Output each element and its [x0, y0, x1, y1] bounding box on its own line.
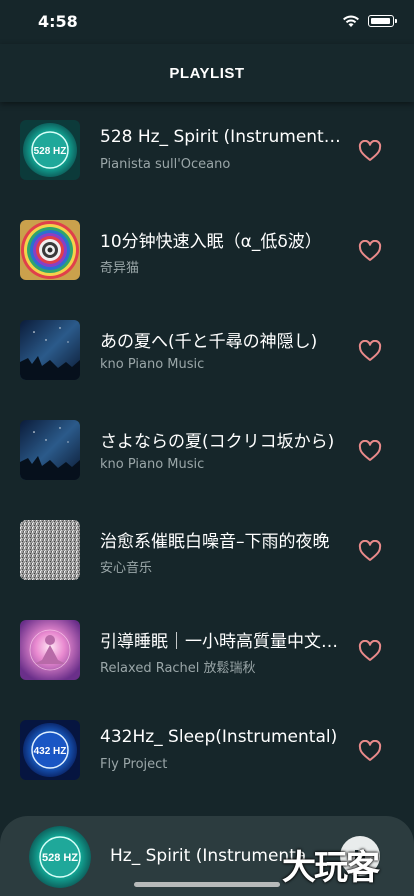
- album-thumb: [20, 220, 80, 280]
- list-item[interactable]: あの夏へ(千と千尋の神隠し) kno Piano Music: [0, 300, 414, 400]
- status-bar: 4:58: [0, 0, 414, 44]
- wifi-icon: [343, 15, 359, 27]
- header: PLAYLIST: [0, 44, 414, 102]
- track-artist: 安心音乐: [100, 561, 153, 576]
- favorite-button[interactable]: [358, 140, 382, 162]
- list-item[interactable]: 治愈系催眠白噪音–下雨的夜晚 安心音乐: [0, 500, 414, 600]
- heart-icon: [358, 140, 382, 161]
- heart-icon: [358, 540, 382, 561]
- track-artist: kno Piano Music: [100, 357, 205, 372]
- track-artist: Relaxed Rachel 放鬆瑞秋: [100, 661, 256, 676]
- heart-icon: [358, 440, 382, 461]
- watermark-logo: 大玩客: [282, 848, 380, 888]
- list-item[interactable]: 432 HZ 432Hz_ Sleep(Instrumental) Fly Pr…: [0, 700, 414, 800]
- track-title: 432Hz_ Sleep(Instrumental): [100, 727, 338, 747]
- page-title: PLAYLIST: [169, 64, 245, 82]
- heart-icon: [358, 340, 382, 361]
- track-title: さよならの夏(コクリコ坂から): [100, 432, 335, 452]
- track-title: あの夏へ(千と千尋の神隠し): [100, 332, 318, 352]
- playlist: 528 HZ 528 Hz_ Spirit (Instrumental) Pia…: [0, 100, 414, 800]
- player-thumb-label: 528 HZ: [42, 852, 78, 864]
- favorite-button[interactable]: [358, 740, 382, 762]
- list-item[interactable]: 引導睡眠｜一小時高質量中文引導 Relaxed Rachel 放鬆瑞秋: [0, 600, 414, 700]
- track-title: 528 Hz_ Spirit (Instrumental): [100, 127, 345, 147]
- list-item[interactable]: さよならの夏(コクリコ坂から) kno Piano Music: [0, 400, 414, 500]
- track-artist: kno Piano Music: [100, 457, 205, 472]
- album-thumb: 528 HZ: [20, 120, 80, 180]
- thumb-label: 528 HZ: [34, 146, 67, 157]
- thumb-label: 432 HZ: [34, 746, 67, 757]
- favorite-button[interactable]: [358, 340, 382, 362]
- album-thumb: [20, 620, 80, 680]
- track-artist: 奇异猫: [100, 261, 140, 276]
- status-time: 4:58: [38, 12, 78, 31]
- favorite-button[interactable]: [358, 440, 382, 462]
- list-item[interactable]: 10分钟快速入眠（α_低δ波） 奇异猫: [0, 200, 414, 300]
- album-thumb: [20, 520, 80, 580]
- battery-icon: [368, 15, 397, 27]
- list-item[interactable]: 528 HZ 528 Hz_ Spirit (Instrumental) Pia…: [0, 100, 414, 200]
- favorite-button[interactable]: [358, 240, 382, 262]
- favorite-button[interactable]: [358, 540, 382, 562]
- track-artist: Pianista sull'Oceano: [100, 157, 231, 172]
- heart-icon: [358, 740, 382, 761]
- track-title: 10分钟快速入眠（α_低δ波）: [100, 232, 322, 252]
- favorite-button[interactable]: [358, 640, 382, 662]
- status-icons: [342, 14, 397, 28]
- heart-icon: [358, 640, 382, 661]
- home-indicator[interactable]: [134, 882, 280, 887]
- album-thumb: [20, 320, 80, 380]
- track-title: 引導睡眠｜一小時高質量中文引導: [100, 632, 345, 652]
- heart-icon: [358, 240, 382, 261]
- track-title: 治愈系催眠白噪音–下雨的夜晚: [100, 532, 330, 552]
- album-thumb: 432 HZ: [20, 720, 80, 780]
- album-thumb: [20, 420, 80, 480]
- track-artist: Fly Project: [100, 757, 168, 772]
- player-thumb: 528 HZ: [29, 826, 91, 888]
